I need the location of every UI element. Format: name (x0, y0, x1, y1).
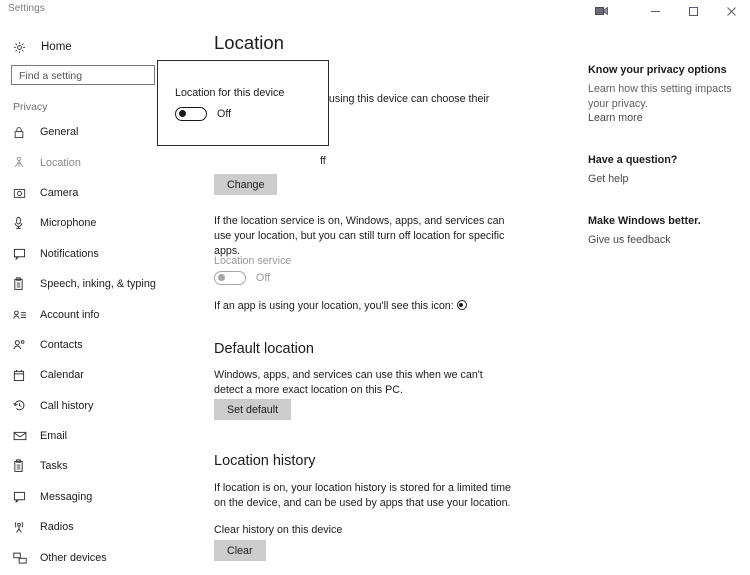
minimize-button[interactable] (636, 0, 674, 22)
contacts-icon (13, 336, 33, 354)
sidebar-item-label: Email (40, 430, 67, 443)
envelope-icon (13, 427, 33, 445)
app-using-location-note: If an app is using your location, you'll… (214, 299, 514, 314)
toggle-switch-knob (218, 274, 225, 281)
calendar-icon (13, 366, 33, 384)
default-location-paragraph: Windows, apps, and services can use this… (214, 369, 483, 397)
sidebar-item-label: Radios (40, 521, 74, 534)
get-help-link[interactable]: Get help (588, 173, 628, 185)
account-list-icon (13, 306, 33, 324)
location-active-icon (456, 300, 467, 310)
location-pin-icon (13, 154, 33, 172)
message-balloon-icon (13, 488, 33, 506)
tasks-clipboard-icon (13, 457, 33, 475)
location-service-paragraph: If the location service is on, Windows, … (214, 215, 505, 258)
call-history-clock-icon (13, 397, 33, 415)
sidebar-item-label: Calendar (40, 369, 84, 382)
sidebar-item-email[interactable]: Email (0, 421, 205, 451)
feedback-camera-icon[interactable] (584, 0, 618, 22)
clear-button[interactable]: Clear (214, 540, 266, 561)
location-device-callout: Location for this device Off (157, 60, 329, 146)
callout-title: Location for this device (175, 87, 285, 99)
sidebar-item-label: Camera (40, 186, 79, 199)
sidebar-item-label: Tasks (40, 460, 68, 473)
gear-icon (13, 41, 35, 54)
camera-icon (13, 184, 33, 202)
sidebar-section-label: Privacy (13, 101, 48, 113)
change-button[interactable]: Change (214, 174, 278, 195)
page-title: Location (214, 32, 284, 53)
right-panel: Know your privacy options Learn how this… (575, 22, 750, 575)
sidebar-item-label: Account info (40, 308, 100, 321)
toggle-switch-track[interactable] (214, 271, 246, 285)
sidebar-item-other-devices[interactable]: Other devices (0, 542, 205, 572)
search-input[interactable] (12, 67, 154, 85)
sidebar-item-camera[interactable]: Camera (0, 178, 205, 208)
search-box[interactable] (11, 65, 155, 85)
sidebar-item-tasks[interactable]: Tasks (0, 451, 205, 481)
close-button[interactable] (712, 0, 750, 22)
sidebar-item-messaging[interactable]: Messaging (0, 482, 205, 512)
sidebar-item-call-history[interactable]: Call history (0, 391, 205, 421)
sidebar-item-label: Speech, inking, & typing (40, 278, 156, 291)
maximize-button[interactable] (674, 0, 712, 22)
microphone-icon (13, 214, 33, 232)
sidebar-item-calendar[interactable]: Calendar (0, 360, 205, 390)
default-location-heading: Default location (214, 341, 314, 357)
sidebar-item-radios[interactable]: Radios (0, 512, 205, 542)
lock-icon (13, 123, 33, 141)
caption-button-group (584, 0, 750, 22)
privacy-options-text: Learn how this setting impacts your priv… (588, 83, 732, 110)
toggle-switch-track[interactable] (175, 107, 207, 121)
sidebar-item-contacts[interactable]: Contacts (0, 330, 205, 360)
give-us-feedback-link[interactable]: Give us feedback (588, 234, 671, 246)
app-using-location-text: If an app is using your location, you'll… (214, 300, 454, 312)
window-title: Settings (8, 3, 45, 14)
radios-antenna-icon (13, 518, 33, 536)
sidebar-item-label: General (40, 126, 79, 139)
sidebar-item-label: Contacts (40, 338, 83, 351)
other-devices-icon (13, 549, 33, 567)
location-device-toggle-state: Off (217, 108, 232, 120)
make-windows-better-heading: Make Windows better. (588, 215, 701, 227)
location-service-toggle[interactable]: Off (214, 271, 270, 285)
sidebar-item-label: Other devices (40, 551, 107, 564)
clipboard-icon (13, 275, 33, 293)
location-service-toggle-state: Off (256, 272, 271, 284)
sidebar-item-label: Call history (40, 399, 94, 412)
sidebar-item-speech-inking-typing[interactable]: Speech, inking, & typing (0, 269, 205, 299)
sidebar-item-microphone[interactable]: Microphone (0, 208, 205, 238)
sidebar-item-account-info[interactable]: Account info (0, 299, 205, 329)
sidebar-item-label: Location (40, 156, 81, 169)
location-service-label: Location service (214, 255, 292, 267)
title-bar: Settings (0, 0, 750, 22)
sidebar-item-list: General Location Camera Microphone Notif… (0, 117, 205, 573)
set-default-button[interactable]: Set default (214, 399, 292, 420)
sidebar-item-home[interactable]: Home (0, 34, 205, 60)
privacy-learn-more-link[interactable]: Learn more (588, 112, 643, 124)
have-a-question-heading: Have a question? (588, 154, 678, 166)
privacy-options-heading: Know your privacy options (588, 64, 727, 76)
sidebar-item-label: Notifications (40, 247, 99, 260)
device-location-paragraph-visible: n using this device can choose their (320, 93, 490, 105)
device-location-state-visible: ff (320, 155, 326, 167)
sidebar-item-label: Microphone (40, 217, 97, 230)
notification-balloon-icon (13, 245, 33, 263)
location-device-toggle[interactable]: Off (175, 107, 231, 121)
location-history-paragraph: If location is on, your location history… (214, 482, 512, 510)
location-history-heading: Location history (214, 453, 316, 469)
clear-history-label: Clear history on this device (214, 524, 343, 536)
sidebar-item-location[interactable]: Location (0, 147, 205, 177)
sidebar-item-notifications[interactable]: Notifications (0, 239, 205, 269)
settings-window: Settings Home Find a setting Privacy Gen… (0, 0, 750, 575)
sidebar-item-label: Messaging (40, 490, 93, 503)
toggle-switch-knob (179, 110, 186, 117)
sidebar-home-label: Home (41, 41, 72, 53)
